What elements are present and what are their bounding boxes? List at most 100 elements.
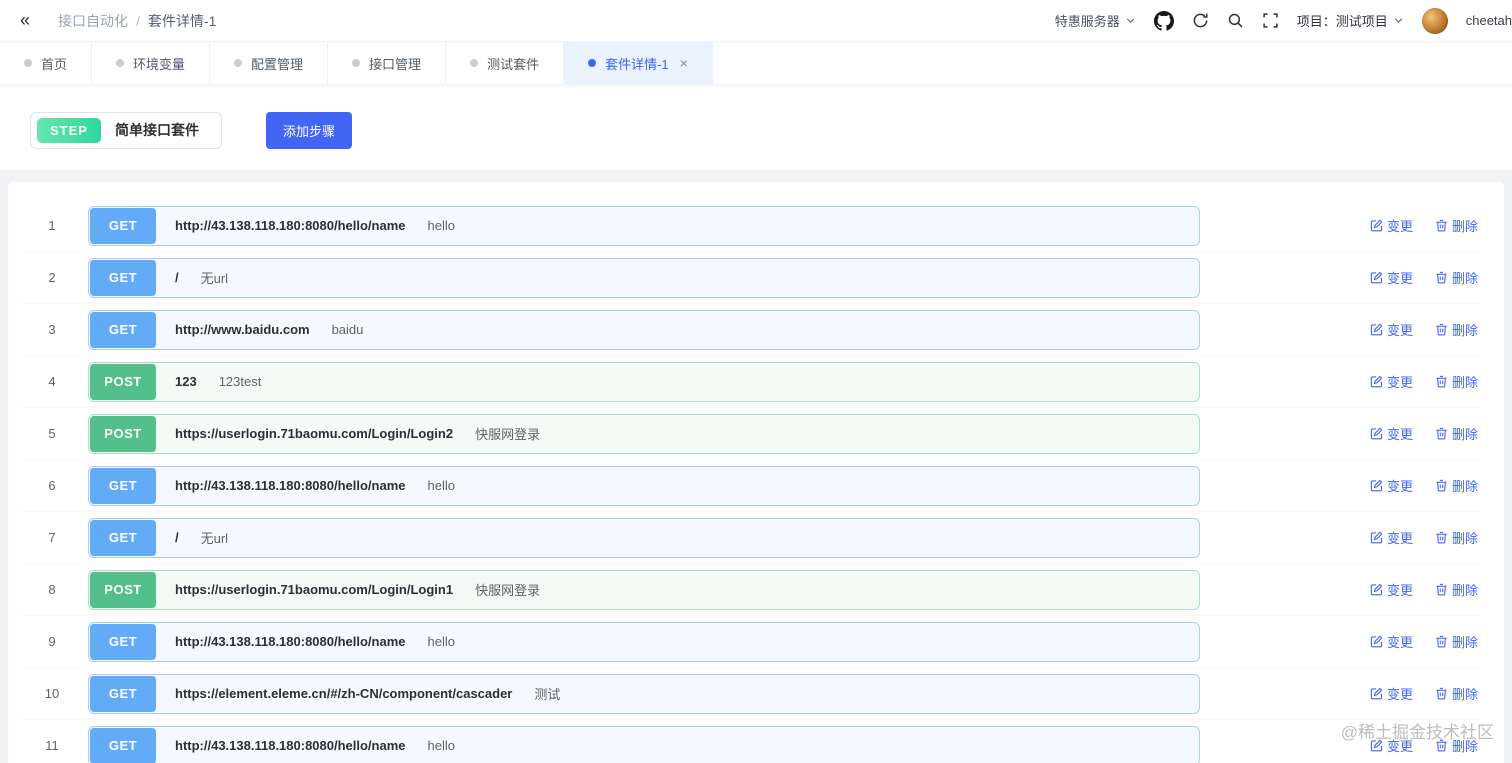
breadcrumb-current: 套件详情-1 bbox=[147, 12, 217, 29]
step-row-actions: 变更 删除 bbox=[1370, 632, 1480, 651]
step-url: http://43.138.118.180:8080/hello/name bbox=[175, 634, 406, 649]
step-card[interactable]: GET / 无url bbox=[88, 517, 1200, 558]
tab-status-dot-icon bbox=[24, 59, 32, 67]
delete-step-link[interactable]: 删除 bbox=[1435, 268, 1478, 287]
tab-label: 套件详情-1 bbox=[605, 56, 669, 72]
tab[interactable]: 环境变量 bbox=[92, 42, 211, 84]
delete-step-link[interactable]: 删除 bbox=[1435, 216, 1478, 235]
step-card[interactable]: GET / 无url bbox=[88, 257, 1200, 298]
collapse-sidebar-icon[interactable]: « bbox=[14, 10, 36, 31]
delete-step-link[interactable]: 删除 bbox=[1435, 320, 1478, 339]
step-card[interactable]: GET http://43.138.118.180:8080/hello/nam… bbox=[88, 725, 1200, 763]
method-badge: GET bbox=[90, 727, 156, 763]
method-badge: POST bbox=[90, 363, 156, 400]
step-card[interactable]: POST https://userlogin.71baomu.com/Login… bbox=[88, 413, 1200, 454]
step-index: 11 bbox=[45, 738, 59, 753]
step-url: http://www.baidu.com bbox=[175, 322, 310, 337]
step-row: 7 GET / 无url 变更 删除 bbox=[20, 512, 1480, 564]
delete-step-label: 删除 bbox=[1451, 635, 1478, 650]
fullscreen-icon[interactable] bbox=[1262, 12, 1279, 29]
tab[interactable]: 首页 bbox=[0, 42, 93, 84]
tab[interactable]: 套件详情-1 × bbox=[564, 42, 713, 84]
delete-step-label: 删除 bbox=[1451, 583, 1478, 598]
delete-step-link[interactable]: 删除 bbox=[1435, 736, 1478, 755]
refresh-icon[interactable] bbox=[1192, 12, 1209, 29]
chevron-down-icon bbox=[1126, 18, 1134, 24]
edit-icon bbox=[1370, 687, 1383, 700]
edit-step-label: 变更 bbox=[1386, 375, 1413, 390]
delete-step-link[interactable]: 删除 bbox=[1435, 476, 1478, 495]
delete-step-label: 删除 bbox=[1451, 427, 1478, 442]
tab[interactable]: 配置管理 bbox=[210, 42, 329, 84]
edit-step-label: 变更 bbox=[1386, 427, 1413, 442]
edit-step-link[interactable]: 变更 bbox=[1370, 632, 1413, 651]
tab[interactable]: 接口管理 bbox=[328, 42, 447, 84]
edit-icon bbox=[1370, 271, 1383, 284]
step-card[interactable]: POST 123 123test bbox=[88, 361, 1200, 402]
delete-icon bbox=[1436, 271, 1447, 284]
edit-icon bbox=[1370, 531, 1383, 544]
step-card[interactable]: GET http://43.138.118.180:8080/hello/nam… bbox=[88, 465, 1200, 506]
tab-label: 首页 bbox=[41, 56, 68, 72]
step-name: 无url bbox=[200, 531, 229, 546]
step-url: https://userlogin.71baomu.com/Login/Logi… bbox=[175, 582, 454, 597]
project-dropdown[interactable]: 项目：测试项目 bbox=[1297, 11, 1404, 30]
delete-icon bbox=[1436, 375, 1447, 388]
add-step-button[interactable]: 添加步骤 bbox=[265, 111, 352, 149]
avatar[interactable] bbox=[1421, 7, 1448, 34]
step-card[interactable]: POST https://userlogin.71baomu.com/Login… bbox=[88, 569, 1200, 610]
tab-label: 环境变量 bbox=[133, 56, 186, 72]
edit-step-link[interactable]: 变更 bbox=[1370, 736, 1413, 755]
search-icon[interactable] bbox=[1227, 12, 1244, 29]
edit-step-label: 变更 bbox=[1386, 583, 1413, 598]
delete-step-link[interactable]: 删除 bbox=[1435, 424, 1478, 443]
delete-step-link[interactable]: 删除 bbox=[1435, 580, 1478, 599]
tab-close-icon[interactable]: × bbox=[680, 56, 688, 70]
edit-step-label: 变更 bbox=[1386, 635, 1413, 650]
edit-step-link[interactable]: 变更 bbox=[1370, 528, 1413, 547]
step-row-actions: 变更 删除 bbox=[1370, 528, 1480, 547]
edit-step-label: 变更 bbox=[1386, 271, 1413, 286]
step-url: http://43.138.118.180:8080/hello/name bbox=[175, 218, 406, 233]
delete-step-link[interactable]: 删除 bbox=[1435, 372, 1478, 391]
delete-step-link[interactable]: 删除 bbox=[1435, 684, 1478, 703]
edit-icon bbox=[1370, 375, 1383, 388]
step-card[interactable]: GET http://www.baidu.com baidu bbox=[88, 309, 1200, 350]
delete-icon bbox=[1436, 323, 1447, 336]
delete-step-link[interactable]: 删除 bbox=[1435, 632, 1478, 651]
step-card[interactable]: GET http://43.138.118.180:8080/hello/nam… bbox=[88, 205, 1200, 246]
tab-label: 测试套件 bbox=[487, 56, 540, 72]
tab[interactable]: 测试套件 bbox=[446, 42, 565, 84]
edit-step-link[interactable]: 变更 bbox=[1370, 216, 1413, 235]
step-name: baidu bbox=[331, 322, 364, 337]
edit-icon bbox=[1370, 739, 1383, 752]
edit-step-label: 变更 bbox=[1386, 323, 1413, 338]
step-row: 8 POST https://userlogin.71baomu.com/Log… bbox=[20, 564, 1480, 616]
edit-step-link[interactable]: 变更 bbox=[1370, 320, 1413, 339]
step-row: 5 POST https://userlogin.71baomu.com/Log… bbox=[20, 408, 1480, 460]
github-icon[interactable] bbox=[1153, 10, 1174, 31]
step-name: 123test bbox=[218, 374, 262, 389]
tab-bar: 首页 环境变量 配置管理 接口管理 测试套件 套件详情-1 × bbox=[0, 42, 1512, 84]
delete-step-link[interactable]: 删除 bbox=[1435, 528, 1478, 547]
step-card[interactable]: GET https://element.eleme.cn/#/zh-CN/com… bbox=[88, 673, 1200, 714]
username[interactable]: cheetah bbox=[1466, 13, 1512, 28]
edit-step-link[interactable]: 变更 bbox=[1370, 424, 1413, 443]
tab-status-dot-icon bbox=[352, 59, 361, 67]
server-dropdown[interactable]: 特惠服务器 bbox=[1055, 11, 1136, 30]
topbar-right: 特惠服务器 项目：测试项目 cheetah bbox=[1055, 7, 1512, 34]
step-url: http://43.138.118.180:8080/hello/name bbox=[175, 738, 406, 753]
edit-step-link[interactable]: 变更 bbox=[1370, 580, 1413, 599]
step-url: 123 bbox=[175, 374, 197, 389]
step-row: 9 GET http://43.138.118.180:8080/hello/n… bbox=[20, 616, 1480, 668]
delete-icon bbox=[1436, 583, 1447, 596]
step-card[interactable]: GET http://43.138.118.180:8080/hello/nam… bbox=[88, 621, 1200, 662]
breadcrumb-section[interactable]: 接口自动化 bbox=[58, 11, 128, 31]
edit-step-link[interactable]: 变更 bbox=[1370, 684, 1413, 703]
edit-step-link[interactable]: 变更 bbox=[1370, 372, 1413, 391]
step-url: https://userlogin.71baomu.com/Login/Logi… bbox=[175, 426, 454, 441]
edit-icon bbox=[1370, 427, 1383, 440]
step-name: 测试 bbox=[534, 687, 561, 702]
edit-step-link[interactable]: 变更 bbox=[1370, 476, 1413, 495]
edit-step-link[interactable]: 变更 bbox=[1370, 268, 1413, 287]
